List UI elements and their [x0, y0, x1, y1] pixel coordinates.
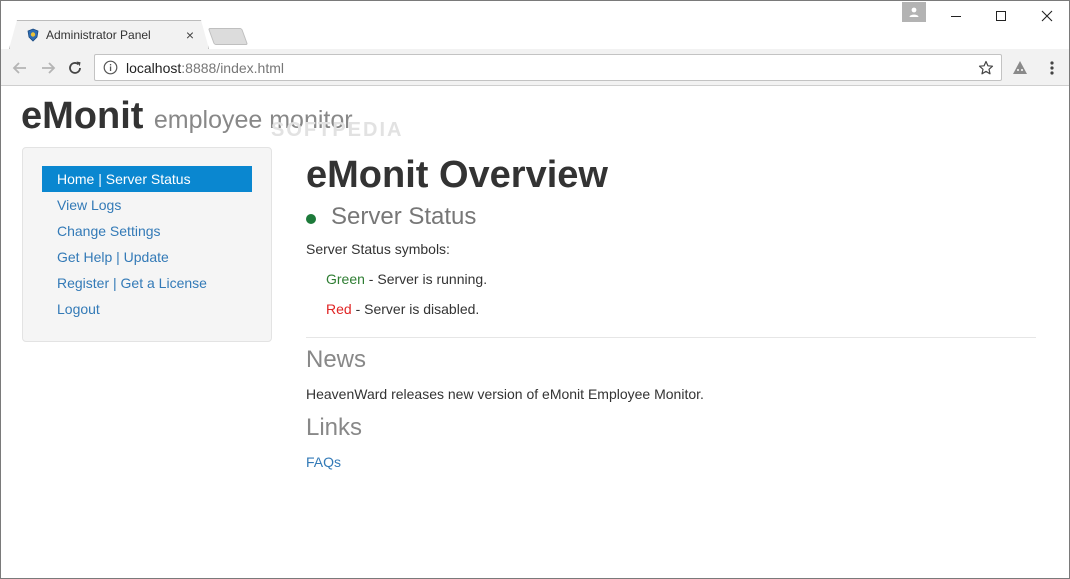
- green-description: - Server is running.: [364, 271, 488, 287]
- minimize-icon[interactable]: [933, 3, 979, 29]
- url-host: localhost: [126, 59, 182, 76]
- window-close-icon[interactable]: [1024, 3, 1070, 29]
- sidebar-item-logout[interactable]: Logout: [42, 296, 252, 322]
- new-tab-button[interactable]: [207, 28, 249, 45]
- news-heading: News: [306, 346, 367, 373]
- page-title: eMonit Overview: [306, 154, 608, 196]
- news-text: HeavenWard releases new version of eMoni…: [306, 386, 704, 402]
- green-symbol-line: Green - Server is running.: [326, 271, 1036, 287]
- forward-arrow-icon[interactable]: [37, 57, 59, 79]
- main-content: eMonit Overview Server Status Server Sta…: [306, 151, 1036, 472]
- reload-icon[interactable]: [64, 57, 86, 79]
- red-symbol-line: Red - Server is disabled.: [326, 301, 1036, 317]
- favicon-icon: [26, 28, 40, 42]
- red-description: - Server is disabled.: [351, 301, 480, 317]
- sidebar-nav: Home | Server Status View Logs Change Se…: [22, 147, 272, 342]
- tab-title: Administrator Panel: [46, 28, 151, 42]
- back-arrow-icon[interactable]: [9, 57, 31, 79]
- links-heading: Links: [306, 414, 363, 441]
- more-menu-icon[interactable]: [1043, 59, 1061, 77]
- bookmark-star-icon[interactable]: [977, 59, 995, 77]
- browser-tabstrip: Administrator Panel ×: [1, 1, 1069, 49]
- symbols-label: Server Status symbols:: [306, 241, 450, 257]
- tab-close-icon[interactable]: ×: [182, 27, 198, 43]
- sidebar-item-register[interactable]: Register | Get a License: [42, 270, 252, 296]
- red-word: Red: [326, 301, 352, 317]
- status-indicator-icon: [306, 214, 316, 224]
- url-text: localhost:8888/index.html: [126, 60, 977, 76]
- divider: [306, 337, 1036, 338]
- sidebar-item-home[interactable]: Home | Server Status: [42, 166, 252, 192]
- brand-subtitle: employee monitor: [153, 106, 353, 134]
- sidebar-item-change-settings[interactable]: Change Settings: [42, 218, 252, 244]
- browser-tab-content[interactable]: Administrator Panel ×: [10, 21, 208, 49]
- faqs-link[interactable]: FAQs: [306, 454, 341, 470]
- brand-name: eMonit: [21, 95, 144, 137]
- info-icon[interactable]: [102, 60, 118, 76]
- maximize-icon[interactable]: [978, 3, 1024, 29]
- green-word: Green: [326, 271, 365, 287]
- extension-icon[interactable]: [1011, 59, 1029, 77]
- page-content: eMonit employee monitor SOFTPEDIA Home |…: [1, 87, 1069, 578]
- server-status-header: Server Status: [306, 199, 1036, 235]
- address-bar[interactable]: localhost:8888/index.html: [94, 54, 1002, 81]
- site-brand: eMonit employee monitor: [21, 95, 353, 138]
- server-status-heading: Server Status: [331, 203, 477, 230]
- url-path: :8888/index.html: [181, 59, 284, 76]
- sidebar-item-get-help[interactable]: Get Help | Update: [42, 244, 252, 270]
- profile-icon[interactable]: [902, 2, 926, 22]
- browser-toolbar: localhost:8888/index.html: [1, 49, 1069, 86]
- sidebar-item-view-logs[interactable]: View Logs: [42, 192, 252, 218]
